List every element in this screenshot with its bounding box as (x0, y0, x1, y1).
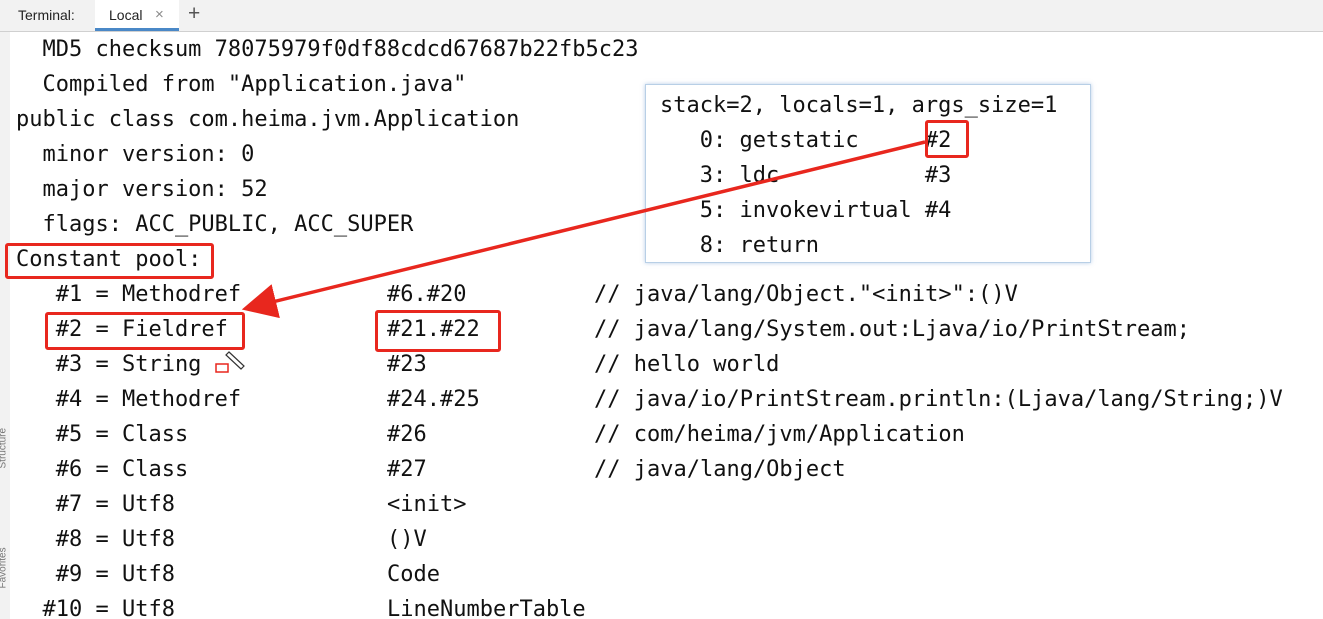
annotation-overlay (140, 140, 926, 373)
caret-icon (215, 363, 229, 373)
arrow-icon (241, 140, 926, 319)
